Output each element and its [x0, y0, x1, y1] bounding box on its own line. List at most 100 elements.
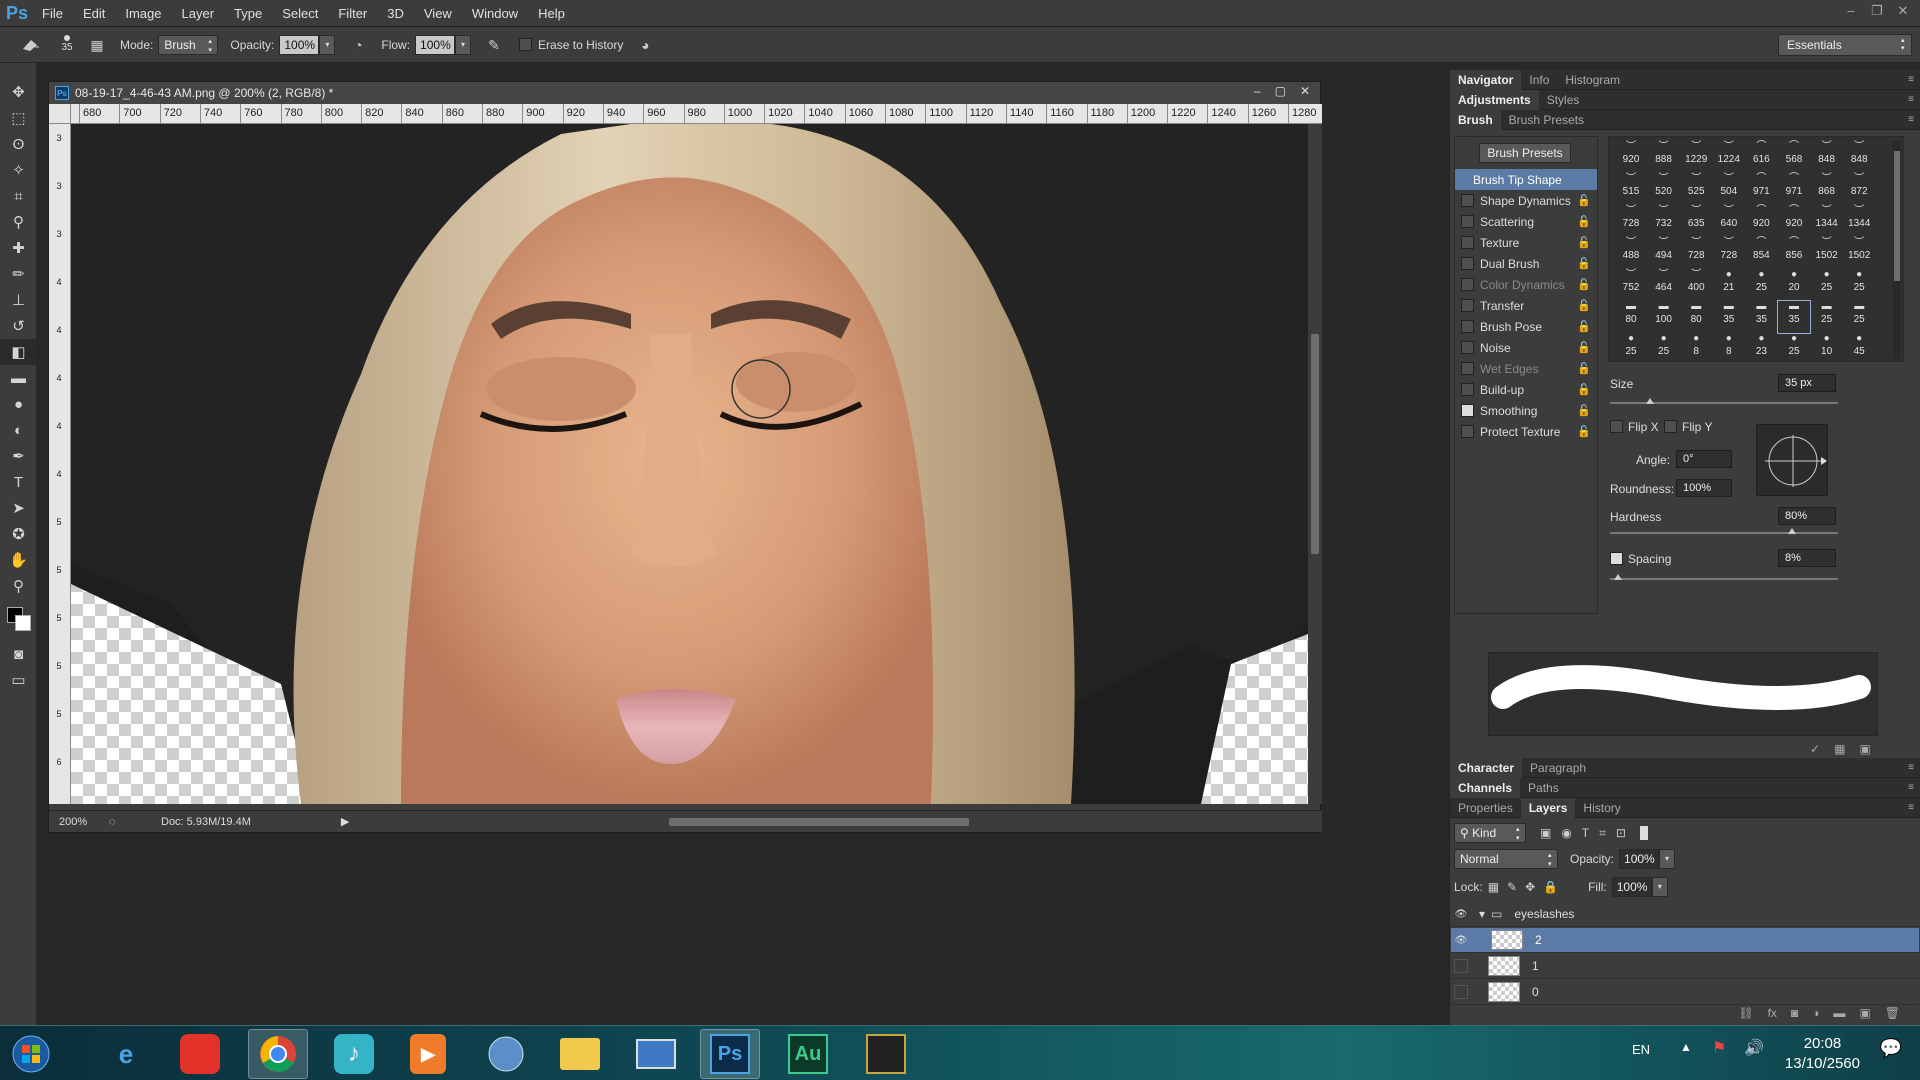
- brush-tip-cell[interactable]: ⌒ 568: [1778, 141, 1810, 173]
- hand-tool-icon[interactable]: ✋: [0, 547, 37, 573]
- brush-option-noise[interactable]: Noise 🔓: [1455, 337, 1597, 358]
- brush-tip-cell[interactable]: ︶ 732: [1648, 205, 1680, 237]
- tab-adjustments[interactable]: Adjustments: [1450, 89, 1539, 110]
- brush-tip-cell[interactable]: ︶ 1344: [1811, 205, 1843, 237]
- layer-row[interactable]: 0: [1451, 980, 1919, 1005]
- action-center-flag-icon[interactable]: ⚑: [1712, 1038, 1726, 1058]
- brush-toggle-icon[interactable]: ✓: [1810, 742, 1820, 756]
- brush-tip-cell[interactable]: ▬ 35: [1745, 301, 1777, 333]
- brush-tip-cell[interactable]: ▬ 80: [1615, 301, 1647, 333]
- brush-option-protect-texture[interactable]: Protect Texture 🔓: [1455, 421, 1597, 442]
- brush-tip-cell[interactable]: ● 23: [1745, 333, 1777, 365]
- brush-picker[interactable]: 35: [54, 31, 80, 59]
- fx-icon[interactable]: fx: [1768, 1006, 1777, 1020]
- brush-tip-cell[interactable]: ︶ 504: [1713, 173, 1745, 205]
- brush-tip-cell[interactable]: ︶ 520: [1648, 173, 1680, 205]
- brush-option-checkbox[interactable]: [1461, 257, 1474, 270]
- brush-option-checkbox[interactable]: [1461, 383, 1474, 396]
- brush-tip-cell[interactable]: ︶ 1502: [1811, 237, 1843, 269]
- brush-tip-cell[interactable]: ● 45: [1843, 333, 1875, 365]
- blend-mode-select[interactable]: Normal: [1454, 849, 1558, 869]
- pressure-opacity-icon[interactable]: ◔: [347, 34, 369, 56]
- brush-tip-cell[interactable]: ︶ 488: [1615, 237, 1647, 269]
- brush-tip-cell[interactable]: ︶ 515: [1615, 173, 1647, 205]
- adjustment-layer-icon[interactable]: ◑: [1812, 1006, 1819, 1020]
- menu-help[interactable]: Help: [528, 0, 575, 27]
- tools-app-icon[interactable]: [856, 1029, 916, 1079]
- brush-tip-cell[interactable]: ▬ 35: [1713, 301, 1745, 333]
- brush-tip-cell[interactable]: ⌒ 920: [1745, 205, 1777, 237]
- horizontal-ruler[interactable]: 680 700 720 740 760 780 800 820 840 860 880 900 920 9…: [71, 104, 1322, 124]
- volume-icon[interactable]: 🔊: [1744, 1038, 1764, 1058]
- menu-select[interactable]: Select: [272, 0, 328, 27]
- brush-option-checkbox[interactable]: [1461, 425, 1474, 438]
- opacity-dropdown[interactable]: ▾: [319, 34, 336, 55]
- brush-panel-toggle-icon[interactable]: ▦: [86, 34, 108, 56]
- zoom-level[interactable]: 200%: [59, 816, 99, 828]
- brush-tip-cell[interactable]: ⌒ 971: [1778, 173, 1810, 205]
- brush-tip-cell[interactable]: ▬ 25: [1843, 301, 1875, 333]
- move-tool-icon[interactable]: ✥: [0, 79, 37, 105]
- healing-brush-tool-icon[interactable]: ✚: [0, 235, 37, 261]
- doc-minimize-icon[interactable]: –: [1254, 84, 1261, 98]
- brush-tip-cell[interactable]: ︶ 1229: [1680, 141, 1712, 173]
- menu-edit[interactable]: Edit: [73, 0, 115, 27]
- tab-styles[interactable]: Styles: [1539, 90, 1588, 110]
- brush-option-checkbox[interactable]: [1461, 404, 1474, 417]
- visibility-eye-icon[interactable]: 👁: [1451, 909, 1471, 920]
- filter-toggle[interactable]: [1639, 826, 1648, 840]
- lock-icon[interactable]: 🔓: [1577, 257, 1591, 270]
- path-select-tool-icon[interactable]: ➤: [0, 495, 37, 521]
- new-brush-icon[interactable]: ▣: [1859, 742, 1870, 756]
- layer-group-row[interactable]: 👁 ▾ ▭ eyeslashes: [1451, 902, 1919, 927]
- menu-view[interactable]: View: [414, 0, 462, 27]
- file-explorer-icon[interactable]: [550, 1029, 610, 1079]
- brush-tip-cell[interactable]: ︶ 888: [1648, 141, 1680, 173]
- canvas-horizontal-scrollbar[interactable]: [349, 815, 1309, 829]
- layer-filter-kind[interactable]: ⚲ Kind: [1454, 823, 1526, 843]
- roundness-input[interactable]: 100%: [1676, 479, 1732, 497]
- lock-icon[interactable]: 🔓: [1577, 215, 1591, 228]
- brush-tip-cell[interactable]: ︶ 728: [1713, 237, 1745, 269]
- brush-tip-cell[interactable]: ● 20: [1778, 269, 1810, 301]
- fill-input[interactable]: 100%: [1611, 877, 1652, 897]
- brush-option-checkbox[interactable]: [1461, 278, 1474, 291]
- tab-info[interactable]: Info: [1521, 70, 1557, 90]
- flow-dropdown[interactable]: ▾: [455, 34, 472, 55]
- audition-icon[interactable]: Au: [778, 1029, 838, 1079]
- brush-tip-cell[interactable]: ︶ 525: [1680, 173, 1712, 205]
- brush-tip-cell[interactable]: ︶ 848: [1811, 141, 1843, 173]
- ruler-origin[interactable]: [49, 104, 71, 124]
- lock-icon[interactable]: 🔓: [1577, 236, 1591, 249]
- marquee-tool-icon[interactable]: ⬚: [0, 105, 37, 131]
- document-title-bar[interactable]: Ps 08-19-17_4-46-43 AM.png @ 200% (2, RG…: [49, 82, 1320, 104]
- close-icon[interactable]: ✕: [1894, 3, 1912, 19]
- add-mask-icon[interactable]: ◙: [1791, 1006, 1798, 1020]
- browser-globe-icon[interactable]: [476, 1029, 536, 1079]
- brush-tip-cell[interactable]: ︶ 848: [1843, 141, 1875, 173]
- type-tool-icon[interactable]: T: [0, 469, 37, 495]
- layer-row[interactable]: 1: [1451, 954, 1919, 979]
- history-brush-tool-icon[interactable]: ↺: [0, 313, 37, 339]
- angle-roundness-widget[interactable]: [1756, 424, 1828, 496]
- eraser-tool-icon[interactable]: ◧: [0, 339, 37, 365]
- brush-tip-cell[interactable]: ︶ 1344: [1843, 205, 1875, 237]
- hardness-slider[interactable]: [1610, 528, 1838, 534]
- tab-channels[interactable]: Channels: [1450, 777, 1521, 798]
- brush-tip-cell[interactable]: ︶ 728: [1680, 237, 1712, 269]
- size-slider[interactable]: [1610, 398, 1838, 404]
- show-hidden-icons[interactable]: ▲: [1680, 1040, 1692, 1054]
- new-group-icon[interactable]: ▬: [1833, 1006, 1845, 1020]
- spacing-checkbox[interactable]: [1610, 552, 1623, 565]
- brush-grid-icon[interactable]: ▦: [1834, 742, 1845, 756]
- menu-type[interactable]: Type: [224, 0, 272, 27]
- opacity-input[interactable]: 100%: [279, 34, 320, 55]
- brush-tip-cell[interactable]: ● 25: [1811, 269, 1843, 301]
- brush-presets-button[interactable]: Brush Presets: [1479, 143, 1571, 163]
- menu-layer[interactable]: Layer: [172, 0, 225, 27]
- lock-icon[interactable]: 🔓: [1577, 341, 1591, 354]
- brush-tip-shape-item[interactable]: Brush Tip Shape: [1455, 169, 1597, 190]
- shape-tool-icon[interactable]: ✪: [0, 521, 37, 547]
- quick-mask-icon[interactable]: ◙: [0, 641, 37, 667]
- brush-option-build-up[interactable]: Build-up 🔓: [1455, 379, 1597, 400]
